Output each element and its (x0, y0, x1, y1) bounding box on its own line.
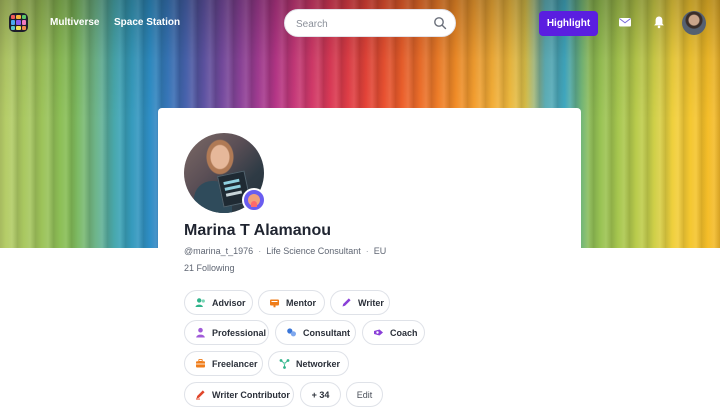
nav-link-multiverse[interactable]: Multiverse (50, 17, 99, 28)
app-logo-icon[interactable] (9, 13, 28, 32)
separator-dot: · (365, 246, 369, 256)
role-chip-writer[interactable]: Writer (330, 290, 390, 315)
consultant-icon (287, 328, 296, 337)
top-navigation: Multiverse Space Station Highlight (0, 0, 720, 46)
search-input[interactable] (294, 16, 428, 32)
networker-icon (279, 359, 290, 369)
profile-title: Life Science Consultant (266, 246, 361, 256)
highlight-button[interactable]: Highlight (539, 11, 598, 36)
edit-roles-button[interactable]: Edit (346, 382, 383, 407)
role-chip-freelancer[interactable]: Freelancer (184, 351, 263, 376)
role-chip-mentor[interactable]: Mentor (258, 290, 325, 315)
search-icon[interactable] (433, 16, 447, 30)
role-chip-writer-contributor[interactable]: Writer Contributor (184, 382, 294, 407)
role-chip-consultant[interactable]: Consultant (275, 320, 356, 345)
professional-icon (196, 327, 205, 338)
user-avatar[interactable] (682, 11, 706, 35)
role-chip-advisor[interactable]: Advisor (184, 290, 253, 315)
role-chip-professional[interactable]: Professional (184, 320, 269, 345)
freelancer-icon (196, 358, 205, 368)
role-chip-coach[interactable]: Coach (362, 320, 425, 345)
avatar-badge-icon[interactable] (242, 188, 266, 212)
search-box[interactable] (284, 9, 456, 37)
profile-region: EU (373, 246, 387, 256)
bell-icon[interactable] (652, 15, 666, 29)
role-chip-networker[interactable]: Networker (268, 351, 349, 376)
following-count[interactable]: 21 Following (184, 263, 235, 273)
profile-name: Marina T Alamanou (184, 222, 331, 239)
more-roles-button[interactable]: + 34 (300, 382, 341, 407)
mail-icon[interactable] (618, 15, 632, 29)
nav-link-space-station[interactable]: Space Station (114, 17, 180, 28)
writer-icon (342, 298, 351, 307)
advisor-icon (195, 298, 205, 307)
writer-contributor-icon (196, 390, 205, 400)
profile-meta: @marina_t_1976 · Life Science Consultant… (184, 246, 386, 256)
coach-icon (374, 329, 383, 336)
separator-dot: · (258, 246, 262, 256)
mentor-icon (270, 299, 279, 308)
profile-handle: @marina_t_1976 (184, 246, 254, 256)
